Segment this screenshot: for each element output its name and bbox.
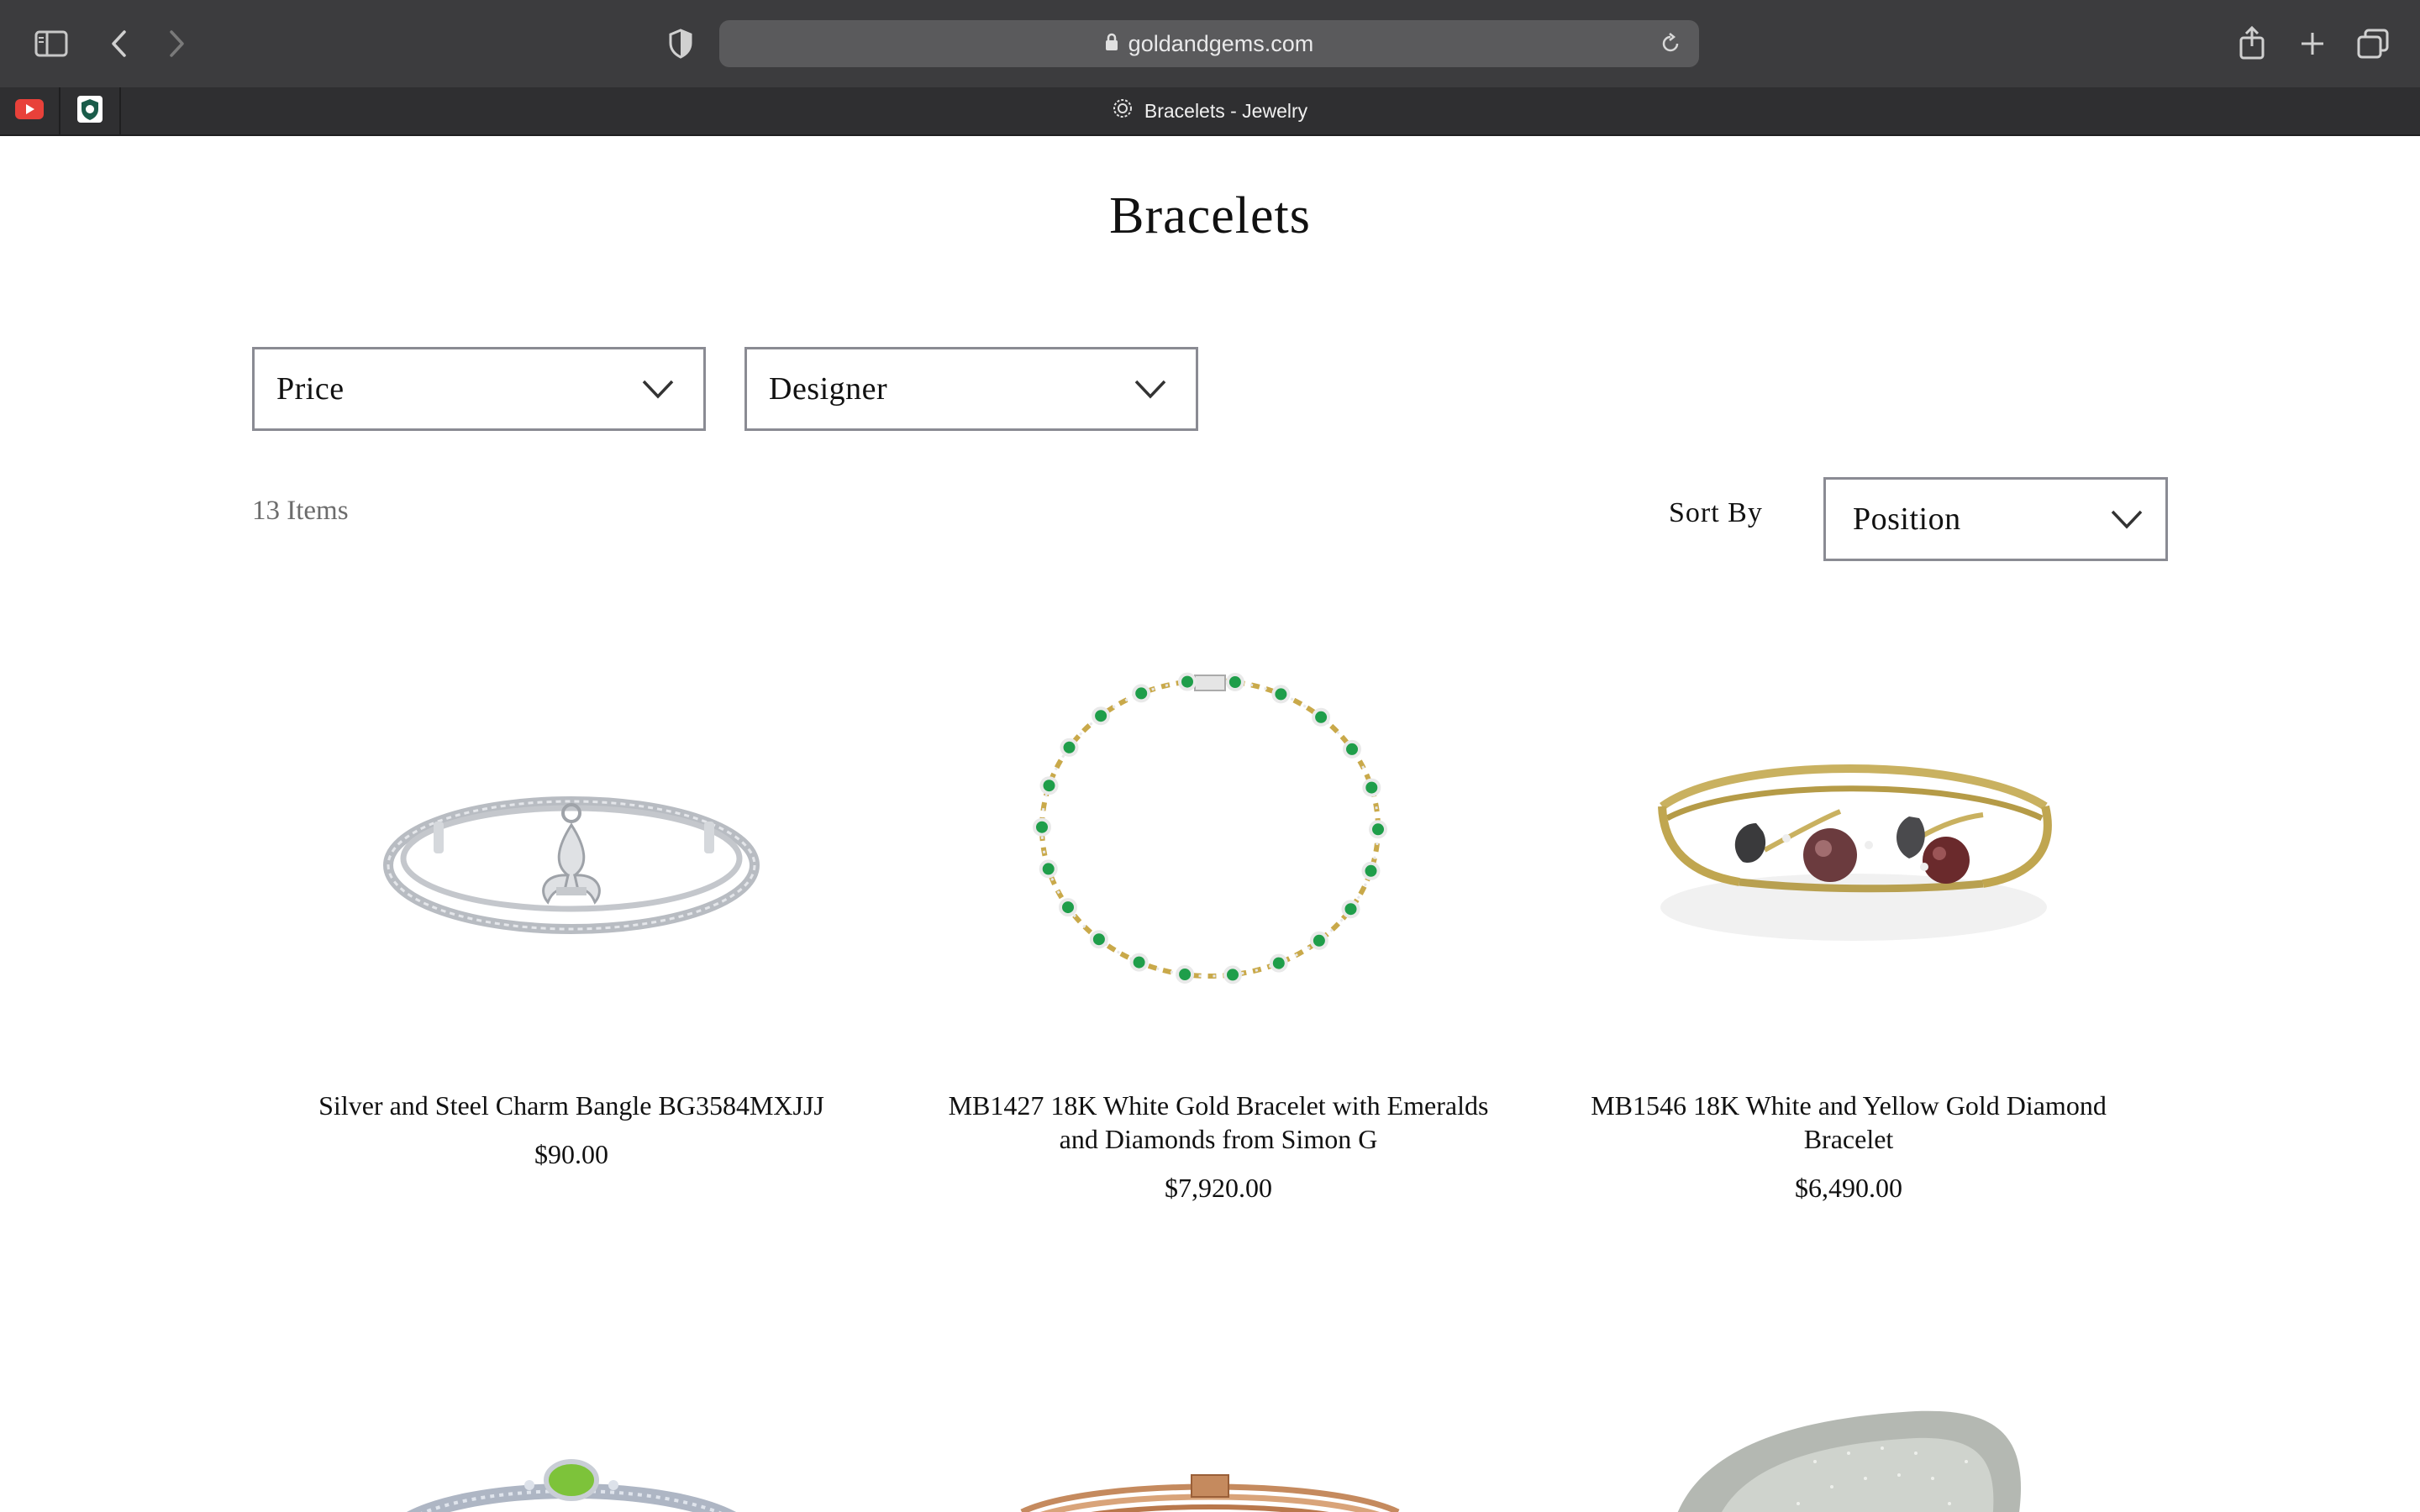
product-image[interactable] — [924, 638, 1496, 1008]
items-count: 13 Items — [252, 496, 349, 526]
lock-icon — [1105, 31, 1118, 57]
emerald-stone — [1092, 706, 1111, 726]
chevron-down-icon — [641, 378, 675, 404]
product-image[interactable] — [1563, 638, 2134, 1008]
emerald-stone — [1132, 684, 1151, 703]
designer-filter-dropdown[interactable]: Designer — [744, 347, 1198, 431]
emerald-stone — [1312, 707, 1331, 727]
emerald-stone — [1271, 685, 1291, 704]
emerald-stone — [1269, 953, 1288, 973]
browser-toolbar: goldandgems.com — [0, 0, 2420, 87]
price-filter-dropdown[interactable]: Price — [252, 347, 706, 431]
privacy-shield-icon[interactable] — [666, 25, 696, 62]
emerald-stone — [1362, 778, 1381, 797]
emerald-stone — [1223, 965, 1242, 984]
product-price: $7,920.00 — [1165, 1173, 1272, 1203]
tab-overview-icon[interactable] — [2354, 25, 2391, 62]
emerald-stone — [1129, 953, 1149, 972]
emerald-stone — [1176, 965, 1195, 984]
product-price: $90.00 — [534, 1139, 608, 1169]
emerald-stone — [1343, 739, 1361, 759]
emerald-stone — [1369, 820, 1387, 839]
active-tab[interactable]: Bracelets - Jewelry — [0, 87, 2420, 134]
emerald-stone — [1059, 898, 1077, 917]
product-price: $6,490.00 — [1795, 1173, 1902, 1203]
designer-filter-label: Designer — [769, 371, 888, 407]
share-icon[interactable] — [2235, 22, 2269, 64]
sidebar-toggle-icon[interactable] — [32, 25, 71, 62]
emerald-stone — [1033, 817, 1051, 837]
page-title: Bracelets — [1109, 187, 1311, 244]
forward-icon[interactable] — [163, 25, 192, 62]
site-favicon-icon — [1113, 98, 1133, 123]
new-tab-icon[interactable] — [2296, 25, 2329, 62]
product-image[interactable] — [1563, 1361, 2134, 1512]
product-image[interactable] — [286, 638, 857, 1008]
emerald-stone — [1089, 930, 1108, 949]
product-image[interactable] — [286, 1420, 857, 1512]
product-name[interactable]: MB1546 18K White and Yellow Gold Diamond… — [1546, 1089, 2151, 1156]
emerald-stone — [1225, 673, 1244, 691]
product-image[interactable] — [924, 1420, 1496, 1512]
chevron-down-icon — [2110, 508, 2144, 534]
chevron-down-icon — [1134, 378, 1167, 404]
emerald-stone — [1178, 672, 1197, 691]
emerald-stone — [1060, 738, 1079, 757]
emerald-stone — [1309, 931, 1328, 950]
url-text: goldandgems.com — [1128, 30, 1314, 56]
sort-by-label: Sort By — [1669, 497, 1763, 528]
price-filter-label: Price — [276, 371, 345, 407]
address-bar[interactable]: goldandgems.com — [719, 20, 1699, 67]
tab-title-text: Bracelets - Jewelry — [1144, 99, 1308, 122]
emerald-stone — [1341, 900, 1360, 919]
sort-by-selected: Position — [1853, 501, 1961, 537]
emerald-stone — [1039, 859, 1058, 879]
product-name[interactable]: Silver and Steel Charm Bangle BG3584MXJJ… — [269, 1089, 874, 1122]
emerald-stone — [1039, 776, 1059, 795]
sort-by-dropdown[interactable]: Position — [1823, 477, 2168, 561]
emerald-stone — [1361, 861, 1381, 880]
product-name[interactable]: MB1427 18K White Gold Bracelet with Emer… — [908, 1089, 1529, 1156]
reload-icon[interactable] — [1657, 30, 1684, 57]
back-icon[interactable] — [104, 25, 133, 62]
